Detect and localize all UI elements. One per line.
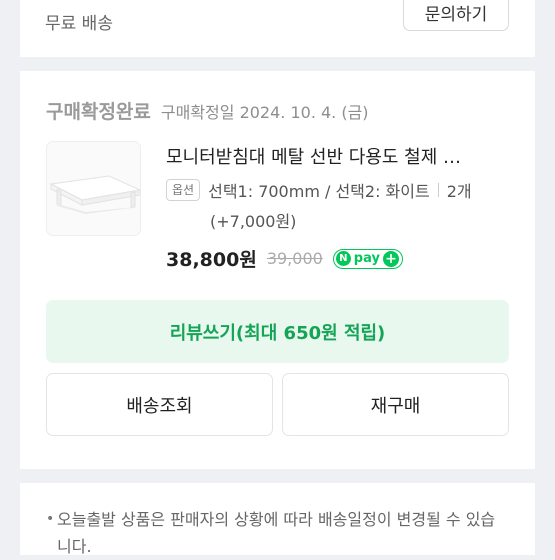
option-text: 선택1: 700mm / 선택2: 화이트	[208, 182, 430, 201]
product-thumbnail[interactable]	[46, 141, 141, 236]
order-status: 구매확정완료	[46, 101, 151, 123]
quantity: 2개	[446, 182, 472, 201]
product-name[interactable]: 모니터받침대 메탈 선반 다용도 철제 …	[166, 143, 516, 169]
monitor-stand-image	[47, 142, 140, 235]
shipping-card: 무료 배송 문의하기	[20, 0, 535, 57]
option-row: 옵션 선택1: 700mm / 선택2: 화이트 2개	[166, 178, 472, 202]
notice-card: • 오늘출발 상품은 판매자의 상황에 따라 배송일정이 변경될 수 있습니다.	[20, 483, 535, 556]
price: 38,800원	[166, 249, 257, 271]
confirm-date: 구매확정일 2024. 10. 4. (금)	[160, 103, 369, 122]
rebuy-button[interactable]: 재구매	[282, 373, 509, 436]
price-row: 38,800원 39,000 N pay +	[166, 245, 403, 272]
npay-plus-badge: N pay +	[332, 248, 403, 269]
notice-text: 오늘출발 상품은 판매자의 상황에 따라 배송일정이 변경될 수 있습니다.	[57, 510, 496, 556]
order-card: 구매확정완료 구매확정일 2024. 10. 4. (금) 모니터받침대 메탈 …	[20, 71, 535, 469]
option-badge: 옵션	[166, 179, 201, 201]
free-shipping-label: 무료 배송	[45, 14, 113, 34]
npay-n-icon: N	[335, 251, 351, 266]
option-divider	[437, 183, 439, 197]
write-review-button[interactable]: 리뷰쓰기(최대 650원 적립)	[46, 300, 509, 363]
option-extra-price: (+7,000원)	[210, 212, 297, 231]
npay-text: pay	[353, 251, 380, 266]
bullet-icon: •	[46, 511, 55, 527]
inquiry-button[interactable]: 문의하기	[403, 0, 509, 31]
plus-icon: +	[382, 250, 399, 267]
order-status-row: 구매확정완료 구매확정일 2024. 10. 4. (금)	[46, 97, 369, 124]
original-price: 39,000	[266, 249, 323, 268]
track-shipping-button[interactable]: 배송조회	[46, 373, 273, 436]
